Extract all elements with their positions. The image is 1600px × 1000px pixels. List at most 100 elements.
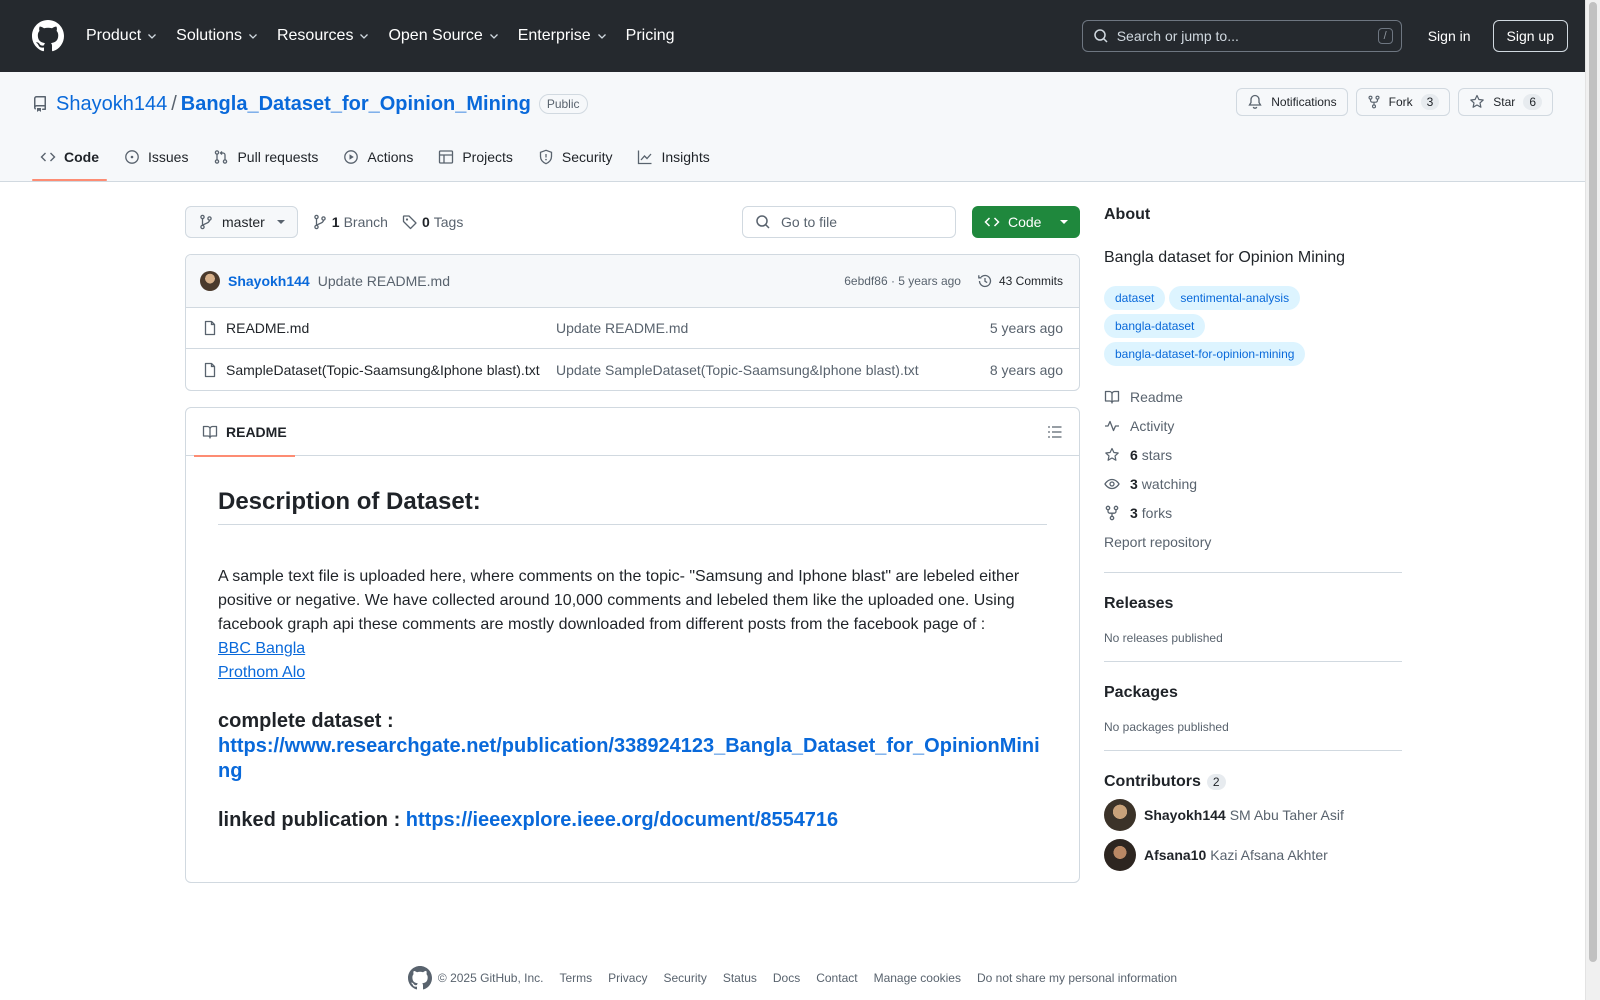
nav-product[interactable]: Product: [86, 27, 158, 45]
complete-dataset-link[interactable]: https://www.researchgate.net/publication…: [218, 735, 1040, 782]
nav-enterprise[interactable]: Enterprise: [518, 27, 608, 45]
go-to-file-input[interactable]: Go to file: [742, 206, 956, 238]
contributors-section: Contributors 2 Shayokh144 SM Abu Taher A…: [1104, 750, 1402, 871]
footer-link-security[interactable]: Security: [663, 971, 706, 985]
tags-link[interactable]: 0 Tags: [402, 214, 463, 230]
global-nav: Product Solutions Resources Open Source …: [86, 27, 693, 45]
notifications-button[interactable]: Notifications: [1236, 88, 1348, 116]
tab-actions[interactable]: Actions: [335, 133, 421, 181]
branch-select-button[interactable]: master: [185, 206, 298, 238]
bell-icon: [1248, 94, 1262, 109]
branch-icon: [200, 214, 212, 230]
nav-solutions[interactable]: Solutions: [176, 27, 259, 45]
watchers-link[interactable]: 3 watching: [1104, 469, 1402, 498]
footer-link-terms[interactable]: Terms: [559, 971, 592, 985]
contributor-login[interactable]: Afsana10: [1144, 847, 1206, 863]
main-column: master 1 Branch 0 Tags Go to file Code Sha…: [185, 206, 1080, 883]
tab-security[interactable]: Security: [530, 133, 621, 181]
caret-down-icon: [276, 220, 285, 224]
search-icon: [756, 215, 770, 229]
book-icon: [202, 425, 218, 439]
releases-heading[interactable]: Releases: [1104, 595, 1402, 613]
file-name-link[interactable]: README.md: [226, 320, 556, 336]
avatar[interactable]: [200, 271, 220, 291]
footer-link-manage-cookies[interactable]: Manage cookies: [874, 971, 961, 985]
contributors-header: Contributors 2: [1104, 773, 1402, 791]
contributor-item[interactable]: Shayokh144 SM Abu Taher Asif: [1104, 799, 1402, 831]
repo-name-link[interactable]: Bangla_Dataset_for_Opinion_Mining: [181, 93, 531, 116]
file-commit-message[interactable]: Update README.md: [556, 320, 980, 336]
repo-owner-link[interactable]: Shayokh144: [56, 93, 167, 116]
packages-heading[interactable]: Packages: [1104, 684, 1402, 702]
sign-up-button[interactable]: Sign up: [1492, 20, 1568, 52]
avatar[interactable]: [1104, 839, 1136, 871]
global-search-input[interactable]: Search or jump to... /: [1081, 20, 1402, 52]
file-commit-message[interactable]: Update SampleDataset(Topic-Saamsung&Ipho…: [556, 362, 980, 378]
contributor-name: Kazi Afsana Akhter: [1210, 847, 1328, 863]
tab-pull-requests[interactable]: Pull requests: [205, 133, 326, 181]
chevron-down-icon: [148, 34, 157, 39]
fork-button[interactable]: Fork 3: [1355, 88, 1451, 116]
contributors-heading[interactable]: Contributors: [1104, 773, 1201, 791]
report-repository-link[interactable]: Report repository: [1104, 527, 1402, 556]
topic-tag[interactable]: bangla-dataset-for-opinion-mining: [1104, 342, 1306, 366]
code-icon: [984, 217, 1000, 227]
forks-link[interactable]: 3 forks: [1104, 498, 1402, 527]
tag-icon: [402, 215, 417, 230]
commit-message-link[interactable]: Update README.md: [318, 273, 450, 289]
tab-code[interactable]: Code: [32, 133, 107, 181]
footer-copyright: © 2025 GitHub, Inc.: [437, 971, 544, 985]
commit-hash-time[interactable]: 6ebdf86 · 5 years ago: [844, 274, 961, 288]
nav-open-source[interactable]: Open Source: [388, 27, 499, 45]
about-links: Readme Activity 6 stars 3 watching 3 forks …: [1104, 382, 1402, 556]
tab-insights[interactable]: Insights: [629, 133, 717, 181]
contributor-item[interactable]: Afsana10 Kazi Afsana Akhter: [1104, 839, 1402, 871]
commits-link[interactable]: 43 Commits: [977, 273, 1063, 289]
branches-link[interactable]: 1 Branch: [312, 214, 388, 230]
bbc-bangla-link[interactable]: BBC Bangla: [218, 640, 305, 657]
chevron-down-icon: [249, 34, 257, 39]
topic-tag[interactable]: bangla-dataset: [1104, 314, 1206, 338]
scrollbar-thumb[interactable]: [1589, 2, 1597, 962]
tab-readme[interactable]: README: [194, 408, 295, 457]
readme-content: Description of Dataset: A sample text fi…: [186, 456, 1079, 865]
star-icon: [1470, 94, 1485, 108]
avatar[interactable]: [1104, 799, 1136, 831]
topic-tag[interactable]: sentimental-analysis: [1169, 286, 1301, 310]
file-row[interactable]: SampleDataset(Topic-Saamsung&Iphone blas…: [186, 349, 1079, 390]
chevron-down-icon: [489, 34, 498, 39]
readme-paragraph: A sample text file is uploaded here, whe…: [218, 568, 1020, 681]
tab-projects[interactable]: Projects: [430, 133, 521, 181]
star-button[interactable]: Star 6: [1458, 88, 1553, 116]
footer-link-docs[interactable]: Docs: [773, 971, 800, 985]
activity-link[interactable]: Activity: [1104, 411, 1402, 440]
repo-tabs: Code Issues Pull requests Actions Projec…: [32, 133, 727, 181]
footer-link-contact[interactable]: Contact: [816, 971, 857, 985]
latest-commit-row: Shayokh144 Update README.md 6ebdf86 · 5 …: [186, 255, 1079, 308]
stars-link[interactable]: 6 stars: [1104, 440, 1402, 469]
list-unordered-icon[interactable]: [1047, 424, 1063, 440]
table-icon: [439, 150, 454, 164]
fork-icon: [1105, 505, 1119, 520]
contributor-login[interactable]: Shayokh144: [1144, 807, 1226, 823]
footer-link-status[interactable]: Status: [723, 971, 757, 985]
page-scrollbar[interactable]: [1585, 0, 1600, 1000]
readme-link[interactable]: Readme: [1104, 382, 1402, 411]
file-row[interactable]: README.md Update README.md 5 years ago: [186, 308, 1079, 349]
prothom-alo-link[interactable]: Prothom Alo: [218, 664, 305, 681]
code-icon: [40, 152, 56, 162]
page-footer: © 2025 GitHub, Inc. Terms Privacy Securi…: [0, 966, 1585, 990]
nav-pricing[interactable]: Pricing: [626, 27, 675, 45]
file-name-link[interactable]: SampleDataset(Topic-Saamsung&Iphone blas…: [226, 362, 556, 378]
commit-author-link[interactable]: Shayokh144: [228, 273, 310, 289]
github-logo-icon[interactable]: [32, 20, 64, 52]
tab-issues[interactable]: Issues: [116, 133, 196, 181]
sign-in-link[interactable]: Sign in: [1428, 28, 1471, 44]
footer-link-privacy[interactable]: Privacy: [608, 971, 647, 985]
nav-resources[interactable]: Resources: [277, 27, 370, 45]
github-mark-icon[interactable]: [407, 966, 432, 990]
code-dropdown-button[interactable]: Code: [972, 206, 1080, 238]
topic-tag[interactable]: dataset: [1104, 286, 1166, 310]
footer-link-do-not-share[interactable]: Do not share my personal information: [977, 971, 1177, 985]
linked-publication-link[interactable]: https://ieeexplore.ieee.org/document/855…: [406, 809, 838, 831]
